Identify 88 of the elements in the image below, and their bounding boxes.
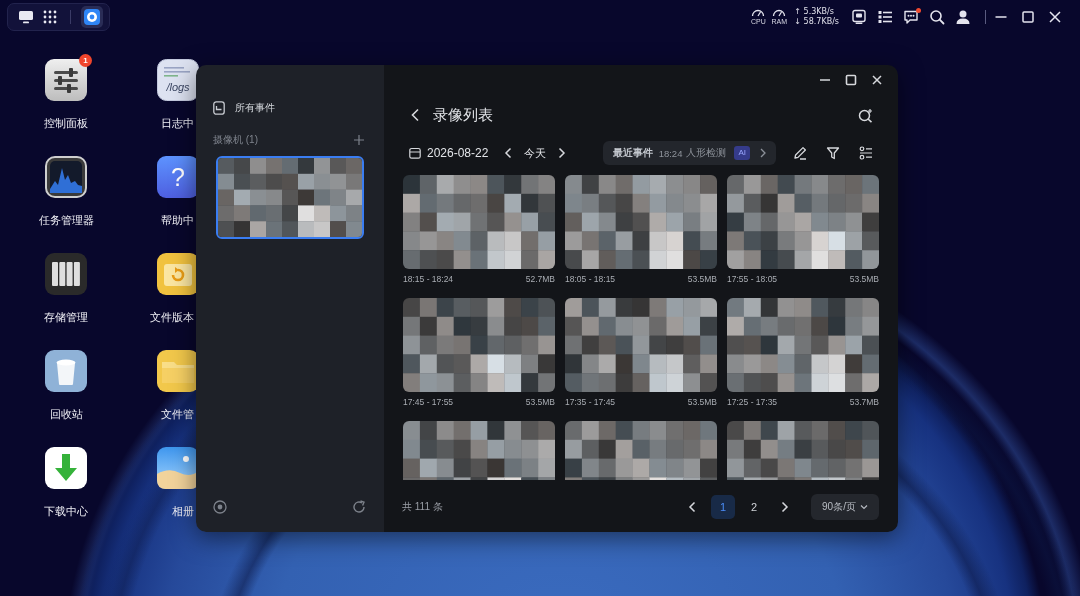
clip-size: 53.5MB [849,274,879,284]
event-type: 人形检测 [686,146,727,160]
video-thumbnail[interactable] [727,421,879,480]
video-thumbnail[interactable] [403,175,555,269]
refresh-icon[interactable] [352,500,366,514]
help-icon[interactable]: ? [157,156,199,198]
chevron-down-icon [859,504,868,510]
chat-icon[interactable] [903,9,919,25]
clip-time: 17:35 - 17:45 [565,397,616,407]
clip-time: 17:55 - 18:05 [727,274,778,284]
video-thumbnail[interactable] [565,175,717,269]
page-title: 录像列表 [433,105,493,125]
search-icon[interactable] [929,9,945,25]
user-icon[interactable] [955,9,971,25]
today-button[interactable]: 今天 [524,145,547,161]
page-button[interactable]: 1 [711,495,735,519]
video-thumbnail[interactable] [403,421,555,480]
ai-badge: AI [734,146,750,160]
sliders-icon[interactable] [45,59,87,101]
app-label[interactable]: 控制面板 [44,116,88,130]
app-label[interactable]: 日志中 [161,116,194,130]
clip-size: 53.5MB [525,397,555,407]
filter-icon[interactable] [826,146,840,160]
target-icon[interactable] [213,500,227,514]
app-label[interactable]: 文件版本 [150,310,194,324]
drive-bays-icon[interactable] [45,253,87,295]
gauge-icon [772,8,787,17]
upload-speed: ↑ 5.3KB/s [794,7,835,17]
video-thumbnail[interactable] [727,175,879,269]
notification-badge: 1 [79,54,92,67]
pencil-icon[interactable] [793,146,807,160]
list-settings-icon[interactable] [859,146,873,160]
chevron-right-icon[interactable] [558,147,567,159]
event-time: 18:24 [658,147,683,159]
maximize-icon[interactable] [845,74,857,86]
app-label[interactable]: 回收站 [49,407,83,421]
screen-icon[interactable] [851,9,867,25]
search-icon[interactable] [858,107,873,123]
date-picker[interactable]: 2026-08-22 [409,146,489,160]
gauge-icon [751,8,766,17]
app-grid-icon[interactable] [43,10,57,24]
trash-bin-icon[interactable] [45,350,87,392]
chevron-right-icon [760,148,766,158]
clip-time: 18:15 - 18:24 [403,274,454,284]
app-label[interactable]: 任务管理器 [38,213,94,227]
landscape-icon[interactable] [157,447,199,489]
clip-size: 53.7MB [849,397,879,407]
download-speed: ↓ 58.7KB/s [794,17,839,27]
maximize-icon[interactable] [1020,10,1035,24]
previous-page-icon[interactable] [688,501,696,513]
all-events-item[interactable]: 所有事件 [213,100,364,116]
total-count: 共 111 条 [402,500,443,514]
app-label[interactable]: 相册 [172,504,194,518]
page-size-dropdown[interactable]: 90条/页 [811,494,879,520]
camera-thumbnail[interactable] [216,156,364,239]
next-page-icon[interactable] [781,501,789,513]
list-icon[interactable] [877,9,893,25]
app-label[interactable]: 帮助中 [161,213,194,227]
history-icon[interactable] [157,253,199,295]
chevron-left-icon[interactable] [504,147,513,159]
close-icon[interactable] [1047,10,1062,24]
camera-list-heading: 摄像机 (1) [213,133,258,147]
video-thumbnail[interactable] [403,298,555,392]
add-icon[interactable] [354,135,364,145]
page-button[interactable]: 2 [742,495,766,519]
log-file-icon[interactable]: /logs [157,59,199,101]
camera-app-icon[interactable] [81,6,103,28]
recent-event-label: 最近事件 [612,146,653,160]
app-label[interactable]: 存储管理 [44,310,88,324]
clip-size: 53.5MB [687,397,717,407]
app-label[interactable]: 下载中心 [44,504,88,518]
clip-size: 53.5MB [687,274,717,284]
app-label[interactable]: 文件管 [161,407,194,421]
back-icon[interactable] [410,108,420,122]
folder-icon[interactable] [157,350,199,392]
video-thumbnail[interactable] [565,298,717,392]
chart-icon[interactable] [45,156,87,198]
calendar-icon [409,147,421,159]
clip-size: 52.7MB [525,274,555,284]
desktop-icon[interactable] [18,10,34,24]
video-thumbnail[interactable] [727,298,879,392]
close-icon[interactable] [871,74,883,86]
clip-time: 17:25 - 17:35 [727,397,778,407]
clip-time: 18:05 - 18:15 [565,274,616,284]
document-icon [213,101,225,115]
clip-time: 17:45 - 17:55 [403,397,454,407]
video-thumbnail[interactable] [565,421,717,480]
recent-event-bar[interactable]: 最近事件 18:24 人形检测 AI [602,141,776,165]
